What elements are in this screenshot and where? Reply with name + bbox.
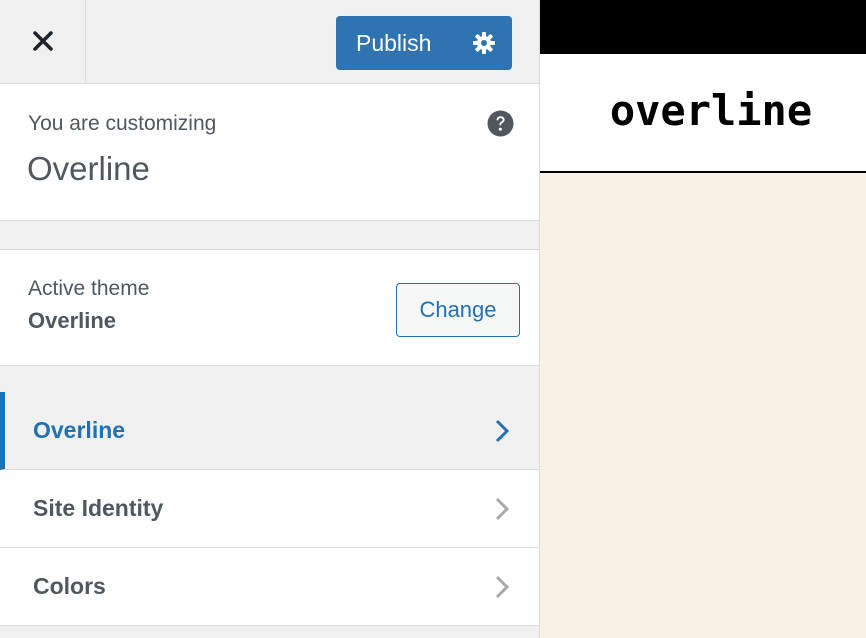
close-button[interactable]	[0, 0, 86, 82]
customizing-label: You are customizing	[28, 112, 217, 135]
customizer-sections: Overline Site Identity Colors	[0, 392, 539, 626]
active-theme-label: Active theme	[28, 277, 150, 300]
preview-site-title[interactable]: overline	[540, 86, 866, 135]
section-overline[interactable]: Overline	[0, 392, 539, 470]
active-theme-name: Overline	[28, 308, 117, 333]
section-label: Colors	[33, 573, 106, 599]
section-label: Site Identity	[33, 495, 164, 521]
customizer-sidebar: Publish You are customizing Overline Act…	[0, 0, 540, 638]
active-theme-section: Active theme Overline Change	[0, 249, 539, 366]
section-site-identity[interactable]: Site Identity	[0, 470, 539, 548]
help-icon[interactable]	[487, 110, 514, 137]
preview-top-bar	[540, 0, 866, 54]
chevron-right-icon	[495, 497, 510, 521]
preview-site-header: overline	[540, 54, 866, 173]
chevron-right-icon	[495, 575, 510, 599]
close-icon	[32, 31, 53, 51]
customizer-header: Publish	[0, 0, 539, 84]
customizing-info: You are customizing Overline	[0, 84, 539, 221]
change-theme-button[interactable]: Change	[396, 283, 520, 337]
site-preview[interactable]: overline	[540, 0, 866, 638]
section-colors[interactable]: Colors	[0, 548, 539, 626]
section-label: Overline	[33, 417, 126, 443]
publish-button[interactable]: Publish	[336, 16, 512, 70]
customizer-window: Publish You are customizing Overline Act…	[0, 0, 866, 638]
site-name: Overline	[27, 150, 150, 187]
publish-label: Publish	[356, 30, 432, 56]
chevron-right-icon	[495, 419, 510, 443]
gear-icon[interactable]	[472, 31, 496, 55]
